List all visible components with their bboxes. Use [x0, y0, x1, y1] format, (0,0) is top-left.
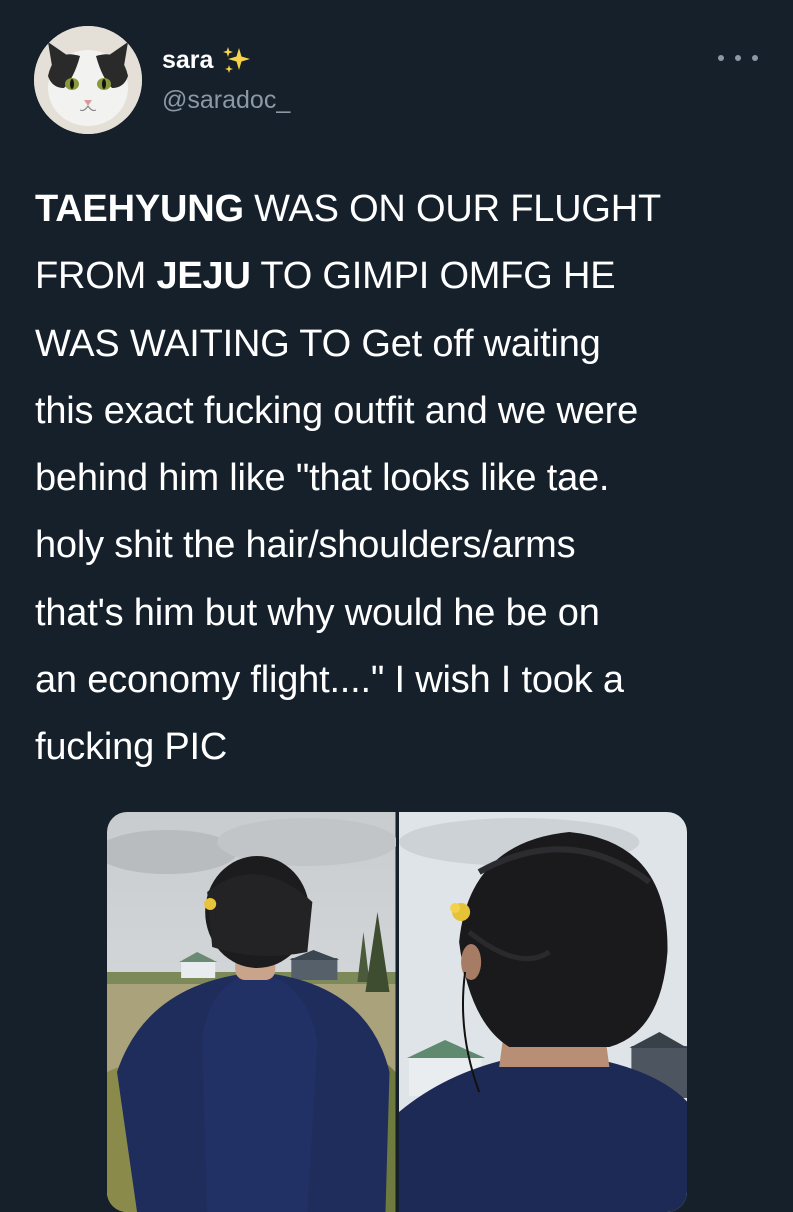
photo-man-back-closeup-icon [398, 812, 687, 1212]
tweet-line: holy shit the hair/shoulders/arms [35, 524, 576, 567]
cat-avatar-icon [34, 26, 142, 134]
media-photo-right[interactable] [398, 812, 687, 1212]
tweet-line-text: WAS ON OUR FLUGHT [243, 188, 662, 230]
tweet-line: FROM JEJU TO GIMPI OMFG HE [35, 243, 775, 310]
tweet-line: fucking PIC [35, 726, 228, 769]
display-name-text: sara [162, 45, 214, 74]
tweet-bold-word: JEJU [156, 255, 251, 298]
tweet-line: TAEHYUNG WAS ON OUR FLUGHT [35, 176, 775, 243]
tweet-line: an economy flight...." I wish I took a [35, 659, 624, 702]
tweet-line: this exact fucking outfit and we were [35, 389, 639, 432]
tweet-line: behind him like "that looks like tae. [35, 457, 610, 500]
display-name[interactable]: sara [162, 44, 253, 76]
photo-man-back-field-icon [107, 812, 396, 1212]
dot [752, 55, 758, 61]
tweet-text: TAEHYUNG WAS ON OUR FLUGHT FROM JEJU TO … [35, 176, 775, 782]
tweet-bold-word: TAEHYUNG [35, 188, 244, 230]
tweet-media [107, 812, 687, 1212]
avatar[interactable] [34, 26, 142, 134]
tweet-line: that's him but why would he be on [35, 591, 600, 634]
tweet-line: WAS WAITING TO Get off waiting [35, 322, 601, 365]
more-dots-icon[interactable] [718, 48, 758, 68]
tweet-line-text: TO GIMPI OMFG HE [250, 255, 616, 298]
dot [718, 55, 724, 61]
tweet-line-text: FROM [35, 255, 157, 298]
media-photo-left[interactable] [107, 812, 396, 1212]
user-handle[interactable]: @saradoc_ [162, 86, 290, 115]
dot [735, 55, 741, 61]
sparkles-icon [223, 47, 251, 73]
